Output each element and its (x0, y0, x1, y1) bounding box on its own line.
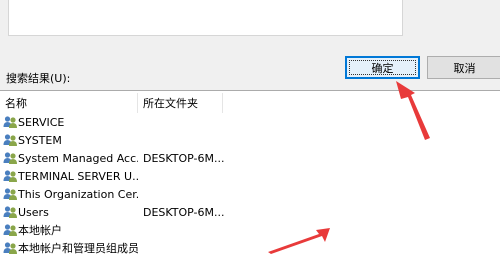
table-row[interactable]: TERMINAL SERVER U... (0, 167, 500, 185)
table-row[interactable]: System Managed Acc... DESKTOP-6M... (0, 149, 500, 167)
row-name: Users (18, 205, 49, 219)
user-group-icon (3, 170, 17, 182)
row-name: TERMINAL SERVER U... (18, 169, 138, 183)
search-results-label: 搜索结果(U): (6, 72, 71, 85)
column-divider[interactable] (137, 93, 138, 113)
row-name: System Managed Acc... (18, 151, 138, 165)
column-header-folder-label: 所在文件夹 (143, 97, 198, 110)
column-header-folder[interactable]: 所在文件夹 (143, 93, 223, 113)
table-row[interactable]: SYSTEM (0, 131, 500, 149)
ok-button-label: 确定 (371, 61, 394, 75)
cancel-button-label: 取消 (453, 61, 476, 75)
row-name: This Organization Cer... (18, 187, 138, 201)
user-group-icon (3, 116, 17, 128)
row-name: 本地帐户 (18, 224, 62, 237)
table-row[interactable]: SERVICE (0, 113, 500, 131)
table-row[interactable]: Users DESKTOP-6M... (0, 203, 500, 221)
cancel-button[interactable]: 取消 (427, 56, 500, 79)
row-name: SERVICE (18, 115, 65, 129)
result-rows: SERVICE SYSTEM System Managed Acc... DES… (0, 113, 500, 255)
user-group-icon (3, 152, 17, 164)
row-folder: DESKTOP-6M... (143, 151, 225, 165)
search-results-list[interactable]: 名称 所在文件夹 SERVICE SYSTEM System Managed A… (0, 90, 500, 255)
row-folder: DESKTOP-6M... (143, 205, 225, 219)
user-group-icon (3, 206, 17, 218)
table-row[interactable]: 本地帐户 (0, 221, 500, 239)
user-group-icon (3, 224, 17, 236)
column-divider[interactable] (222, 93, 223, 113)
ok-button[interactable]: 确定 (345, 56, 420, 79)
row-name: SYSTEM (18, 133, 62, 147)
user-group-icon (3, 188, 17, 200)
table-row[interactable]: 本地帐户和管理员组成员 (0, 239, 500, 255)
column-header-name[interactable]: 名称 (5, 93, 136, 113)
object-names-input[interactable] (8, 0, 403, 36)
table-row[interactable]: This Organization Cer... (0, 185, 500, 203)
column-header-name-label: 名称 (5, 97, 27, 110)
user-group-icon (3, 134, 17, 146)
user-group-icon (3, 242, 17, 254)
row-name: 本地帐户和管理员组成员 (18, 242, 138, 255)
